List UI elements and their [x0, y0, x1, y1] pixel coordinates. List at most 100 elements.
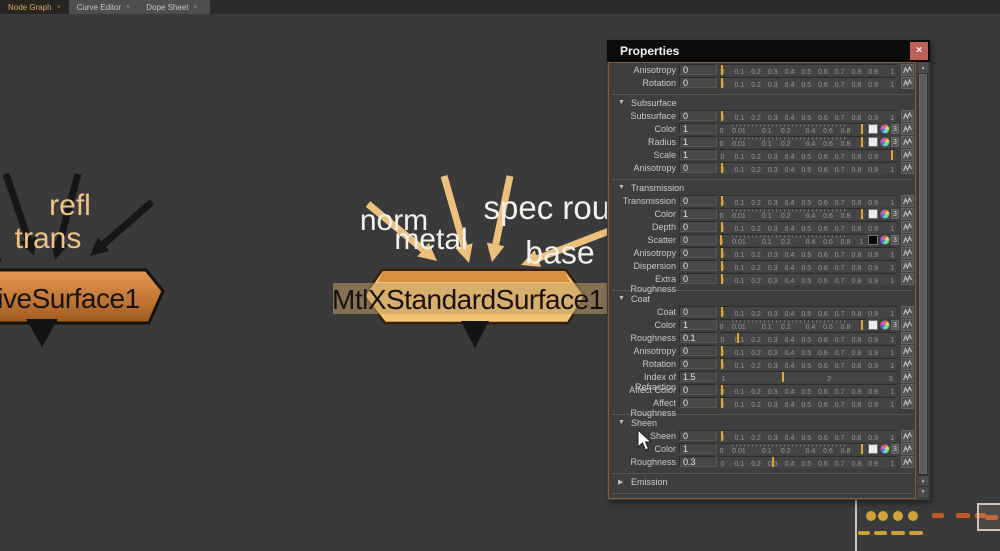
color-swatch[interactable] [868, 209, 878, 219]
curve-editor-button[interactable] [901, 371, 914, 383]
tab-close-icon[interactable]: × [194, 4, 198, 11]
expanded-triangle-icon[interactable]: ▼ [618, 295, 625, 302]
color-channels-button[interactable]: 3 [891, 235, 899, 245]
collapsed-triangle-icon[interactable]: ▶ [618, 478, 623, 486]
param-value-input[interactable]: 0 [679, 397, 717, 408]
param-value-input[interactable]: 0.3 [679, 456, 717, 467]
param-slider[interactable]: 00.10.20.30.40.50.60.70.80.91 [720, 77, 896, 89]
param-value-input[interactable]: 1 [679, 149, 717, 160]
slider-handle[interactable] [861, 209, 863, 219]
param-value-input[interactable]: 0.1 [679, 332, 717, 343]
expanded-triangle-icon[interactable]: ▼ [618, 99, 625, 106]
tab-dope-sheet[interactable]: Dope Sheet × [138, 0, 205, 14]
param-value-input[interactable]: 0 [679, 306, 717, 317]
slider-handle[interactable] [720, 235, 722, 245]
slider-handle[interactable] [861, 137, 863, 147]
color-swatch[interactable] [868, 235, 878, 245]
param-value-input[interactable]: 1 [679, 136, 717, 147]
color-channels-button[interactable]: 3 [891, 124, 899, 134]
color-channels-button[interactable]: 3 [891, 444, 899, 454]
param-slider[interactable]: 00.10.20.30.40.50.60.70.80.91 [720, 345, 896, 357]
color-channels-button[interactable]: 3 [891, 137, 899, 147]
param-value-input[interactable]: 1.5 [679, 371, 717, 382]
slider-handle[interactable] [721, 222, 723, 232]
color-channels-button[interactable]: 3 [891, 209, 899, 219]
param-value-input[interactable]: 0 [679, 234, 717, 245]
param-slider[interactable]: 00.010.10.20.40.60.81 [720, 123, 866, 135]
param-value-input[interactable]: 1 [679, 443, 717, 454]
slider-handle[interactable] [861, 124, 863, 134]
section-header-coat[interactable]: ▼Coat [609, 294, 915, 306]
color-wheel-icon[interactable] [880, 444, 890, 454]
curve-editor-button[interactable] [901, 260, 914, 272]
slider-handle[interactable] [721, 385, 723, 395]
param-slider[interactable]: 00.10.20.30.40.50.60.70.80.91 [720, 162, 896, 174]
param-value-input[interactable]: 0 [679, 77, 717, 88]
param-slider[interactable]: 00.10.20.30.40.50.60.70.80.91 [720, 358, 896, 370]
param-slider[interactable]: 00.10.20.30.40.50.60.70.80.91 [720, 384, 896, 396]
param-slider[interactable]: 00.10.20.30.40.50.60.70.80.91 [720, 430, 896, 442]
slider-handle[interactable] [721, 65, 723, 75]
section-header-subsurface[interactable]: ▼Subsurface [609, 98, 915, 110]
properties-panel-header[interactable]: Properties × [607, 40, 930, 62]
slider-handle[interactable] [721, 163, 723, 173]
panel-close-button[interactable]: × [910, 42, 928, 60]
param-value-input[interactable]: 0 [679, 358, 717, 369]
slider-handle[interactable] [737, 333, 739, 343]
curve-editor-button[interactable] [901, 149, 914, 161]
curve-editor-button[interactable] [901, 443, 914, 455]
scroll-down-icon[interactable]: ▼ [918, 487, 928, 497]
param-value-input[interactable]: 0 [679, 273, 717, 284]
curve-editor-button[interactable] [901, 430, 914, 442]
param-slider[interactable]: 00.010.10.20.40.60.81 [720, 208, 866, 220]
param-slider[interactable]: 00.10.20.30.40.50.60.70.80.91 [720, 260, 896, 272]
param-slider[interactable]: 00.10.20.30.40.50.60.70.80.91 [720, 456, 896, 468]
param-slider[interactable]: 00.10.20.30.40.50.60.70.80.91 [720, 397, 896, 409]
curve-editor-button[interactable] [901, 136, 914, 148]
param-slider[interactable]: 123 [720, 371, 896, 383]
panel-scrollbar[interactable]: ▲ ▲ ▼ [918, 63, 928, 497]
curve-editor-button[interactable] [901, 384, 914, 396]
tab-close-icon[interactable]: × [126, 4, 130, 11]
color-wheel-icon[interactable] [880, 137, 890, 147]
curve-editor-button[interactable] [901, 195, 914, 207]
param-slider[interactable]: 00.10.20.30.40.50.60.70.80.91 [720, 247, 896, 259]
param-slider[interactable]: 00.010.10.20.40.60.81 [720, 443, 866, 455]
param-value-input[interactable]: 1 [679, 208, 717, 219]
node-label-center[interactable]: MtlXStandardSurface1 [332, 284, 604, 316]
curve-editor-button[interactable] [901, 208, 914, 220]
param-value-input[interactable]: 0 [679, 162, 717, 173]
color-swatch[interactable] [868, 444, 878, 454]
curve-editor-button[interactable] [901, 162, 914, 174]
curve-editor-button[interactable] [901, 306, 914, 318]
param-value-input[interactable]: 0 [679, 247, 717, 258]
tab-curve-editor[interactable]: Curve Editor × [69, 0, 139, 14]
param-value-input[interactable]: 0 [679, 221, 717, 232]
curve-editor-button[interactable] [901, 110, 914, 122]
slider-handle[interactable] [721, 359, 723, 369]
node-label-left[interactable]: tiveSurface1 [0, 283, 140, 315]
curve-editor-button[interactable] [901, 332, 914, 344]
param-value-input[interactable]: 1 [679, 123, 717, 134]
curve-editor-button[interactable] [901, 123, 914, 135]
color-wheel-icon[interactable] [880, 124, 890, 134]
slider-handle[interactable] [721, 431, 723, 441]
param-slider[interactable]: 00.10.20.30.40.50.60.70.80.91 [720, 149, 896, 161]
expanded-triangle-icon[interactable]: ▼ [618, 184, 625, 191]
curve-editor-button[interactable] [901, 77, 914, 89]
tab-close-icon[interactable]: × [57, 4, 61, 11]
param-slider[interactable]: 00.10.20.30.40.50.60.70.80.91 [720, 332, 896, 344]
slider-handle[interactable] [721, 398, 723, 408]
curve-editor-button[interactable] [901, 234, 914, 246]
slider-handle[interactable] [772, 457, 774, 467]
param-slider[interactable]: 00.10.20.30.40.50.60.70.80.91 [720, 195, 896, 207]
param-slider[interactable]: 00.10.20.30.40.50.60.70.80.91 [720, 306, 896, 318]
scroll-up-icon[interactable]: ▲ [918, 476, 928, 486]
param-value-input[interactable]: 0 [679, 430, 717, 441]
color-wheel-icon[interactable] [880, 320, 890, 330]
color-swatch[interactable] [868, 137, 878, 147]
param-slider[interactable]: 00.010.10.20.40.60.81 [720, 136, 866, 148]
curve-editor-button[interactable] [901, 319, 914, 331]
slider-handle[interactable] [782, 372, 784, 382]
slider-handle[interactable] [721, 78, 723, 88]
